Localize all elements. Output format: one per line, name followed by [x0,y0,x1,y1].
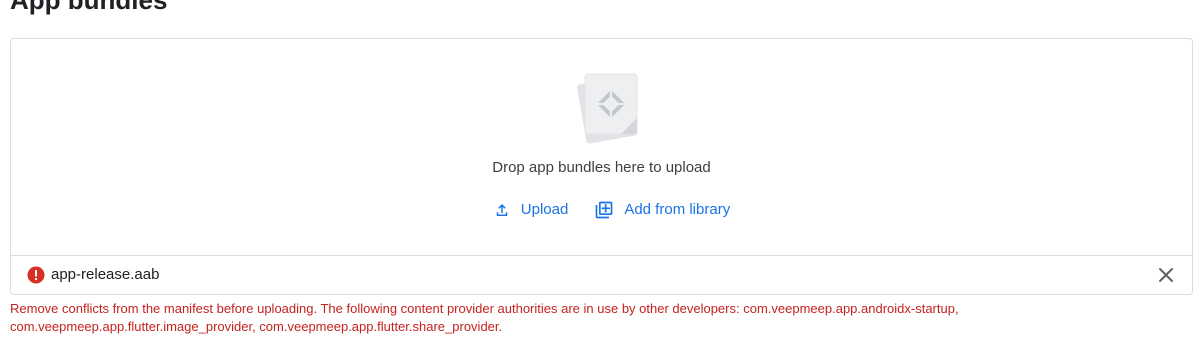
error-message-line: com.veepmeep.app.flutter.image_provider,… [10,319,503,334]
close-icon[interactable] [1156,265,1176,285]
page-title: App bundles [10,0,168,15]
app-bundle-illustration-icon [577,73,638,144]
add-from-library-button[interactable]: Add from library [594,198,730,222]
upload-label: Upload [520,201,569,218]
error-message: Remove conflicts from the manifest befor… [10,300,1160,336]
file-row: app-release.aab [11,255,1192,295]
drop-zone[interactable]: Drop app bundles here to upload Upload A… [11,39,1192,255]
error-icon [27,266,45,284]
file-name: app-release.aab [51,266,160,283]
upload-button[interactable]: Upload [493,198,569,222]
add-from-library-label: Add from library [624,201,731,218]
library-add-icon [595,201,613,219]
error-message-line: Remove conflicts from the manifest befor… [10,301,959,316]
upload-icon [496,204,508,216]
upload-actions: Upload Add from library [21,198,1200,222]
drop-instructions: Drop app bundles here to upload [492,159,711,176]
upload-card: Drop app bundles here to upload Upload A… [10,38,1193,295]
